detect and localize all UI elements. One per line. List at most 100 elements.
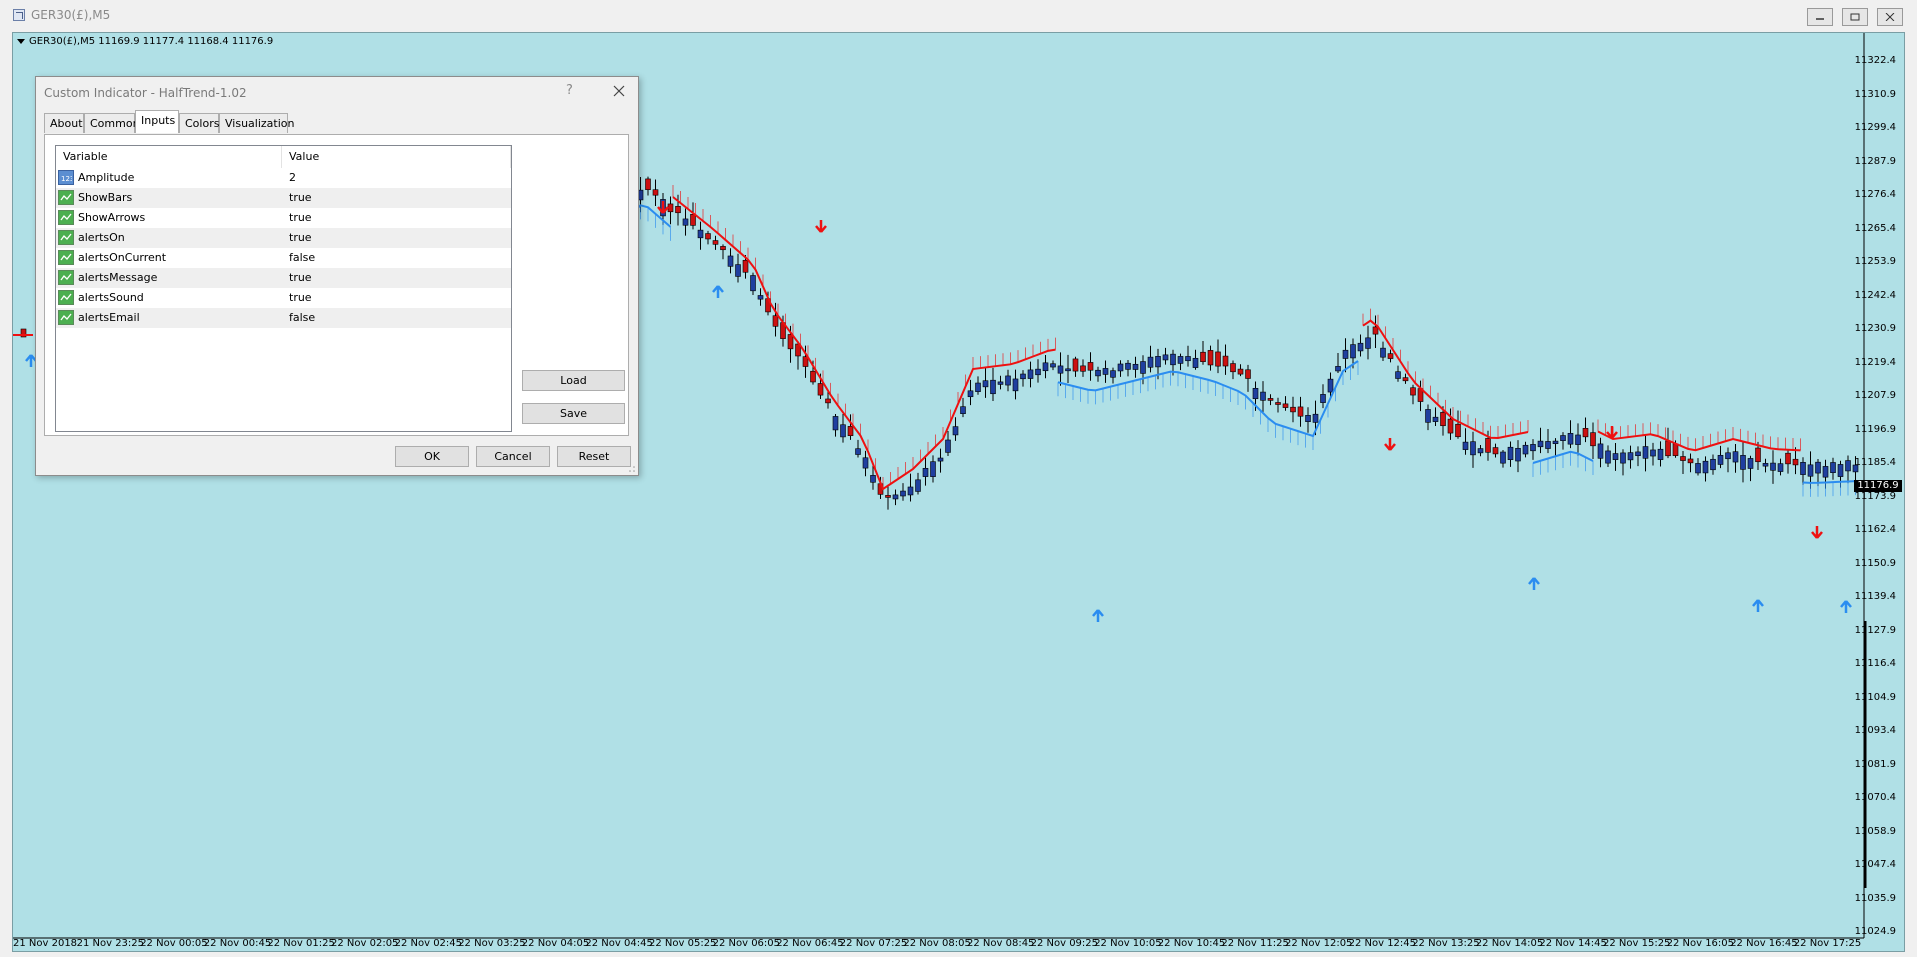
variable-value[interactable]: true	[289, 288, 312, 308]
time-tick-label: 22 Nov 15:25	[1603, 938, 1671, 949]
candle-body	[1132, 363, 1139, 370]
candle-body	[817, 383, 824, 396]
candle-body	[1312, 413, 1319, 423]
candle-body	[682, 218, 689, 226]
variable-value[interactable]: false	[289, 308, 315, 328]
candle-body	[1762, 463, 1769, 467]
table-row[interactable]: alertsMessage true	[56, 268, 511, 288]
variable-value[interactable]: false	[289, 248, 315, 268]
variable-value[interactable]: true	[289, 188, 312, 208]
candle-body	[1372, 326, 1379, 335]
candle-body	[1695, 463, 1701, 474]
price-tick-label: 11035.9	[1854, 892, 1896, 904]
minimize-icon	[1816, 18, 1824, 20]
time-tick-label: 22 Nov 02:05	[331, 938, 399, 949]
up-arrow-icon	[1092, 609, 1104, 622]
bool-icon	[58, 250, 74, 265]
time-tick-label: 22 Nov 08:45	[967, 938, 1035, 949]
down-arrow-icon	[815, 220, 827, 233]
price-tick-label: 11162.4	[1854, 524, 1896, 535]
table-row[interactable]: ShowArrows true	[56, 208, 511, 228]
time-tick-label: 22 Nov 04:05	[521, 938, 590, 949]
variable-name: alertsOnCurrent	[78, 251, 167, 264]
chart-window-icon	[13, 9, 25, 21]
table-row[interactable]: alertsOnCurrent false	[56, 248, 511, 268]
dialog-close-button[interactable]	[609, 81, 629, 101]
tab-about[interactable]: About	[44, 113, 84, 133]
candle-body	[1642, 446, 1649, 459]
table-row[interactable]: alertsEmail false	[56, 308, 511, 328]
resize-grip-icon[interactable]	[628, 465, 636, 473]
price-tick-label: 11093.4	[1854, 725, 1896, 736]
minimize-button[interactable]	[1807, 8, 1833, 26]
price-tick-label: 11127.9	[1854, 624, 1896, 636]
up-arrow-icon	[1840, 600, 1852, 613]
variable-name: alertsEmail	[78, 311, 140, 324]
variable-value[interactable]: 2	[289, 168, 296, 188]
candle-body	[1845, 460, 1851, 472]
reset-button[interactable]: Reset	[557, 446, 631, 467]
arrow-stroke	[1384, 438, 1396, 451]
time-tick-label: 22 Nov 17:25	[1793, 938, 1862, 949]
tab-visualization[interactable]: Visualization	[219, 113, 294, 133]
candle-body	[1290, 406, 1296, 413]
restore-button[interactable]	[1842, 8, 1868, 26]
time-tick-label: 22 Nov 01:25	[267, 938, 335, 949]
table-row[interactable]: ShowBars true	[56, 188, 511, 208]
price-tick-label: 11276.4	[1854, 189, 1896, 200]
down-arrow-icon	[1384, 438, 1396, 451]
save-button[interactable]: Save	[522, 403, 625, 424]
candle-body	[982, 380, 989, 388]
load-button[interactable]: Load	[522, 370, 625, 391]
candle-body	[1717, 454, 1724, 465]
candle-body	[862, 457, 869, 469]
candle-body	[1597, 443, 1604, 459]
up-arrow-icon	[712, 285, 724, 298]
variable-name: ShowBars	[78, 191, 133, 204]
candle-body	[1807, 464, 1814, 477]
candle-body	[1590, 432, 1596, 447]
variable-value[interactable]: true	[289, 268, 312, 288]
variable-value[interactable]: true	[289, 228, 312, 248]
symbol-info-text: GER30(£),M5 11169.9 11177.4 11168.4 1117…	[29, 36, 274, 47]
column-header-variable[interactable]: Variable	[56, 146, 282, 168]
price-tick-label: 11139.4	[1854, 591, 1896, 602]
candle-body	[1402, 377, 1409, 382]
down-arrow-icon	[657, 201, 669, 214]
tab-colors[interactable]: Colors	[179, 113, 219, 133]
price-tick-label: 11081.9	[1854, 758, 1896, 770]
help-button[interactable]: ?	[566, 83, 573, 98]
candle-body	[1507, 446, 1514, 461]
candle-body	[1222, 355, 1229, 367]
variable-value[interactable]: true	[289, 208, 312, 228]
candle-body	[1755, 447, 1761, 463]
candle-body	[1102, 368, 1109, 375]
candle-body	[1537, 440, 1544, 448]
candle-body	[1522, 444, 1529, 455]
table-row[interactable]: alertsOn true	[56, 228, 511, 248]
tab-inputs[interactable]: Inputs	[135, 110, 179, 133]
close-window-button[interactable]	[1877, 8, 1903, 26]
time-tick-label: 22 Nov 07:25	[839, 938, 908, 949]
candle-body	[1087, 362, 1094, 371]
inputs-panel: Variable Value 123 Amplitude 2 ShowBars true…	[44, 134, 629, 436]
price-tick-label: 11070.4	[1854, 792, 1896, 803]
table-row[interactable]: 123 Amplitude 2	[56, 168, 511, 188]
candle-body	[1455, 423, 1461, 438]
column-header-value[interactable]: Value	[282, 146, 511, 168]
candle-body	[1687, 458, 1694, 464]
price-tick-label: 11104.9	[1854, 691, 1896, 703]
candle-body	[1612, 453, 1619, 460]
ok-button[interactable]: OK	[395, 446, 469, 467]
cancel-button[interactable]: Cancel	[476, 446, 550, 467]
time-tick-label: 21 Nov 23:25	[76, 938, 145, 949]
arrow-stroke	[1752, 599, 1764, 612]
candle-body	[1327, 378, 1334, 393]
table-row[interactable]: alertsSound true	[56, 288, 511, 308]
candle-body	[1470, 441, 1476, 456]
candle-body	[825, 398, 831, 404]
candle-body	[1485, 438, 1491, 453]
tab-common[interactable]: Common	[84, 113, 140, 133]
candle-body	[1447, 418, 1454, 434]
candle-body	[1567, 433, 1574, 445]
